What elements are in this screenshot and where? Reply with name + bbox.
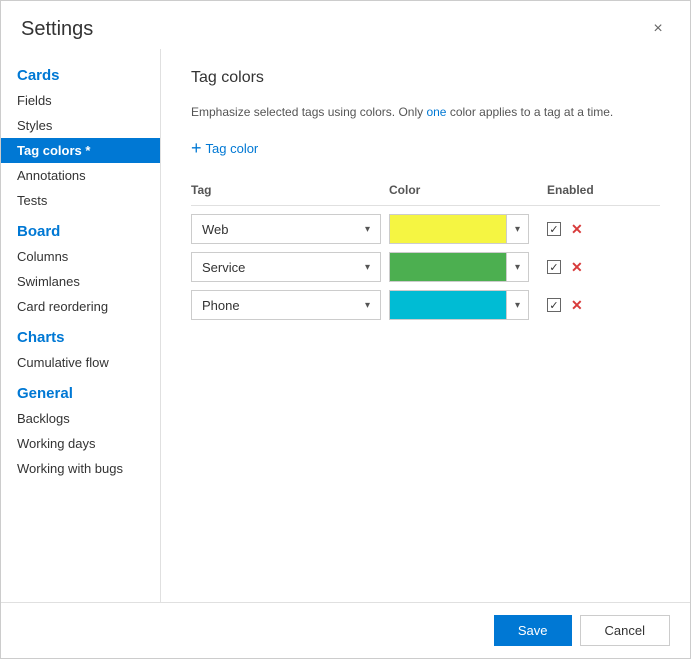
plus-icon: +: [191, 139, 202, 157]
table-row: Web ▾ ▾ ✕: [191, 214, 660, 244]
sidebar-item-swimlanes[interactable]: Swimlanes: [1, 269, 160, 294]
enabled-cell-web: ✕: [537, 221, 617, 238]
sidebar-item-fields[interactable]: Fields: [1, 88, 160, 113]
table-row: Service ▾ ▾ ✕: [191, 252, 660, 282]
tag-dropdown-service[interactable]: Service ▾: [191, 252, 381, 282]
col-tag: Tag: [191, 183, 381, 197]
sidebar-section-general: General: [1, 375, 160, 406]
color-swatch-phone: [390, 291, 506, 319]
color-chevron-icon[interactable]: ▾: [506, 253, 528, 281]
color-swatch-web: [390, 215, 506, 243]
sidebar-item-styles[interactable]: Styles: [1, 113, 160, 138]
dialog-title: Settings: [21, 18, 93, 41]
delete-button-phone[interactable]: ✕: [571, 297, 583, 314]
sidebar-item-tests[interactable]: Tests: [1, 188, 160, 213]
chevron-down-icon: ▾: [365, 300, 370, 311]
sidebar-item-columns[interactable]: Columns: [1, 244, 160, 269]
col-color: Color: [389, 183, 529, 197]
dialog-header: Settings ×: [1, 1, 690, 49]
color-select-service[interactable]: ▾: [389, 252, 529, 282]
sidebar-item-annotations[interactable]: Annotations: [1, 163, 160, 188]
color-swatch-service: [390, 253, 506, 281]
delete-button-web[interactable]: ✕: [571, 221, 583, 238]
color-select-web[interactable]: ▾: [389, 214, 529, 244]
description: Emphasize selected tags using colors. On…: [191, 103, 660, 121]
color-chevron-icon[interactable]: ▾: [506, 215, 528, 243]
table-header: Tag Color Enabled: [191, 179, 660, 206]
enabled-cell-service: ✕: [537, 259, 617, 276]
tag-dropdown-web[interactable]: Web ▾: [191, 214, 381, 244]
close-button[interactable]: ×: [646, 17, 670, 41]
color-select-phone[interactable]: ▾: [389, 290, 529, 320]
tag-label-service: Service: [202, 260, 245, 275]
tag-dropdown-phone[interactable]: Phone ▾: [191, 290, 381, 320]
save-button[interactable]: Save: [494, 615, 572, 646]
enabled-checkbox-service[interactable]: [547, 260, 561, 274]
sidebar-section-board: Board: [1, 213, 160, 244]
description-text-1: Emphasize selected tags using colors. On…: [191, 105, 426, 119]
col-enabled: Enabled: [537, 183, 617, 197]
sidebar-item-working-days[interactable]: Working days: [1, 431, 160, 456]
add-tag-label: Tag color: [206, 141, 259, 156]
cancel-button[interactable]: Cancel: [580, 615, 670, 646]
main-content: Tag colors Emphasize selected tags using…: [161, 49, 690, 602]
table-row: Phone ▾ ▾ ✕: [191, 290, 660, 320]
sidebar-section-charts: Charts: [1, 319, 160, 350]
color-chevron-icon[interactable]: ▾: [506, 291, 528, 319]
sidebar: Cards Fields Styles Tag colors * Annotat…: [1, 49, 161, 602]
sidebar-item-cumulative-flow[interactable]: Cumulative flow: [1, 350, 160, 375]
dialog-body: Cards Fields Styles Tag colors * Annotat…: [1, 49, 690, 602]
chevron-down-icon: ▾: [365, 224, 370, 235]
settings-dialog: Settings × Cards Fields Styles Tag color…: [0, 0, 691, 659]
page-title: Tag colors: [191, 69, 660, 87]
sidebar-item-backlogs[interactable]: Backlogs: [1, 406, 160, 431]
sidebar-item-card-reordering[interactable]: Card reordering: [1, 294, 160, 319]
dialog-footer: Save Cancel: [1, 602, 690, 658]
chevron-down-icon: ▾: [365, 262, 370, 273]
tag-label-phone: Phone: [202, 298, 240, 313]
description-text-2: color applies to a tag at a time.: [446, 105, 613, 119]
sidebar-section-cards: Cards: [1, 57, 160, 88]
description-highlight: one: [426, 105, 446, 119]
sidebar-item-tag-colors[interactable]: Tag colors *: [1, 138, 160, 163]
enabled-checkbox-phone[interactable]: [547, 298, 561, 312]
sidebar-item-working-with-bugs[interactable]: Working with bugs: [1, 456, 160, 481]
enabled-cell-phone: ✕: [537, 297, 617, 314]
delete-button-service[interactable]: ✕: [571, 259, 583, 276]
add-tag-button[interactable]: + Tag color: [191, 137, 258, 159]
enabled-checkbox-web[interactable]: [547, 222, 561, 236]
tag-label-web: Web: [202, 222, 229, 237]
